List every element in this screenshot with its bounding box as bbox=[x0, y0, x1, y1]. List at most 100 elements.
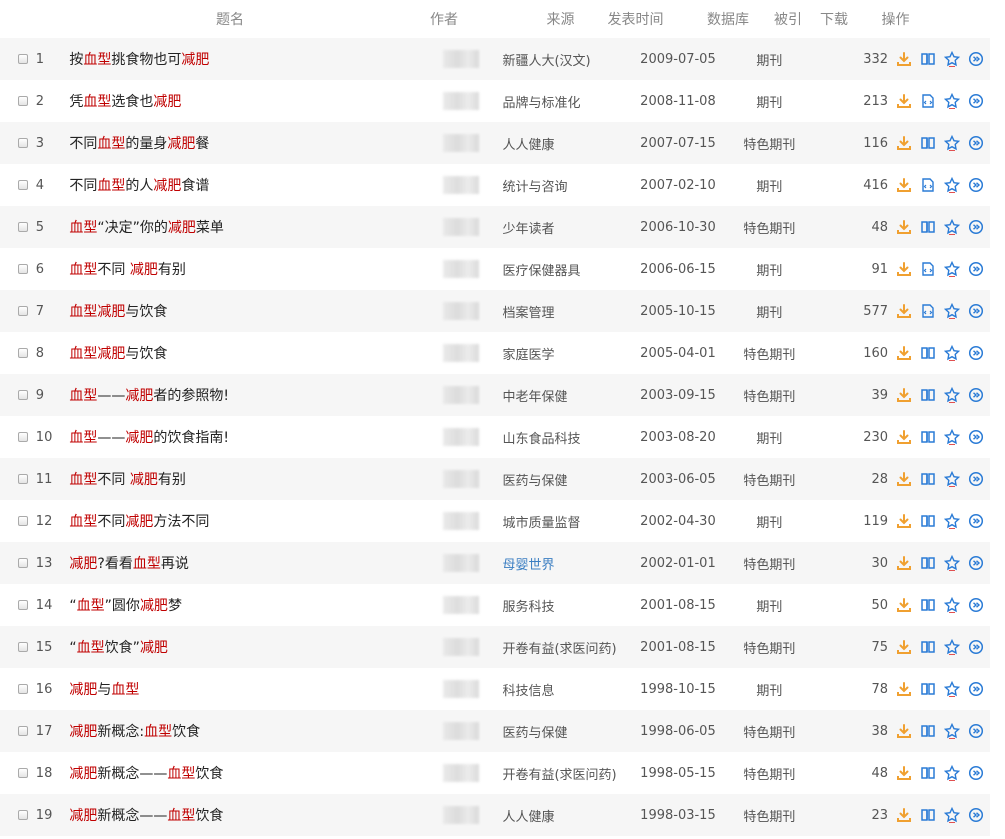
favorite-star-icon[interactable] bbox=[944, 429, 961, 445]
header-date[interactable]: 发表时间 bbox=[583, 9, 688, 29]
row-checkbox[interactable] bbox=[18, 600, 28, 610]
online-read-icon[interactable] bbox=[920, 345, 936, 361]
row-checkbox[interactable] bbox=[18, 264, 28, 274]
source-link[interactable]: 品牌与标准化 bbox=[502, 92, 626, 111]
favorite-star-icon[interactable] bbox=[944, 345, 961, 361]
favorite-star-icon[interactable] bbox=[944, 219, 961, 235]
download-icon[interactable] bbox=[896, 429, 912, 445]
online-read-icon[interactable] bbox=[920, 513, 936, 529]
row-checkbox[interactable] bbox=[18, 390, 28, 400]
share-icon[interactable] bbox=[968, 261, 984, 277]
share-icon[interactable] bbox=[968, 219, 984, 235]
article-title-link[interactable]: 血型——减肥的饮食指南! bbox=[69, 427, 455, 447]
row-checkbox[interactable] bbox=[18, 558, 28, 568]
share-icon[interactable] bbox=[968, 135, 984, 151]
online-read-icon[interactable] bbox=[920, 807, 936, 823]
download-icon[interactable] bbox=[896, 765, 912, 781]
download-icon[interactable] bbox=[896, 261, 912, 277]
favorite-star-icon[interactable] bbox=[944, 639, 961, 655]
article-title-link[interactable]: 不同血型的人减肥食谱 bbox=[69, 175, 455, 195]
source-link[interactable]: 少年读者 bbox=[502, 218, 626, 237]
share-icon[interactable] bbox=[968, 681, 984, 697]
favorite-star-icon[interactable] bbox=[944, 597, 961, 613]
article-title-link[interactable]: “血型”圆你减肥梦 bbox=[69, 595, 455, 615]
favorite-star-icon[interactable] bbox=[944, 513, 961, 529]
row-checkbox[interactable] bbox=[18, 768, 28, 778]
download-icon[interactable] bbox=[896, 807, 912, 823]
download-icon[interactable] bbox=[896, 135, 912, 151]
download-icon[interactable] bbox=[896, 513, 912, 529]
row-checkbox[interactable] bbox=[18, 684, 28, 694]
article-title-link[interactable]: 减肥新概念——血型饮食 bbox=[69, 805, 455, 825]
favorite-star-icon[interactable] bbox=[944, 555, 961, 571]
download-icon[interactable] bbox=[896, 723, 912, 739]
article-title-link[interactable]: 凭血型选食也减肥 bbox=[69, 91, 455, 111]
article-title-link[interactable]: 血型不同减肥方法不同 bbox=[69, 511, 455, 531]
online-read-icon[interactable] bbox=[920, 429, 936, 445]
source-link[interactable]: 人人健康 bbox=[502, 806, 626, 825]
source-link[interactable]: 新疆人大(汉文) bbox=[502, 50, 626, 69]
source-link[interactable]: 家庭医学 bbox=[502, 344, 626, 363]
source-link[interactable]: 医药与保健 bbox=[502, 722, 626, 741]
favorite-star-icon[interactable] bbox=[944, 135, 961, 151]
header-downloads[interactable]: 下载 bbox=[808, 9, 848, 29]
download-icon[interactable] bbox=[896, 597, 912, 613]
share-icon[interactable] bbox=[968, 555, 984, 571]
source-link[interactable]: 统计与咨询 bbox=[502, 176, 626, 195]
online-read-icon[interactable] bbox=[920, 555, 936, 571]
share-icon[interactable] bbox=[968, 597, 984, 613]
header-title[interactable]: 题名 bbox=[0, 9, 390, 29]
html-read-icon[interactable] bbox=[920, 93, 936, 109]
article-title-link[interactable]: 不同血型的量身减肥餐 bbox=[69, 133, 455, 153]
source-link[interactable]: 山东食品科技 bbox=[502, 428, 626, 447]
download-icon[interactable] bbox=[896, 681, 912, 697]
source-link[interactable]: 医药与保健 bbox=[502, 470, 626, 489]
favorite-star-icon[interactable] bbox=[944, 471, 961, 487]
source-link[interactable]: 医疗保健器具 bbox=[502, 260, 626, 279]
article-title-link[interactable]: 减肥新概念:血型饮食 bbox=[69, 721, 455, 741]
favorite-star-icon[interactable] bbox=[944, 723, 961, 739]
row-checkbox[interactable] bbox=[18, 306, 28, 316]
download-icon[interactable] bbox=[896, 93, 912, 109]
favorite-star-icon[interactable] bbox=[944, 807, 961, 823]
row-checkbox[interactable] bbox=[18, 138, 28, 148]
download-icon[interactable] bbox=[896, 639, 912, 655]
share-icon[interactable] bbox=[968, 387, 984, 403]
source-link[interactable]: 开卷有益(求医问药) bbox=[502, 638, 626, 657]
source-link[interactable]: 服务科技 bbox=[502, 596, 626, 615]
favorite-star-icon[interactable] bbox=[944, 681, 961, 697]
download-icon[interactable] bbox=[896, 177, 912, 193]
online-read-icon[interactable] bbox=[920, 765, 936, 781]
article-title-link[interactable]: “血型饮食”减肥 bbox=[69, 637, 455, 657]
share-icon[interactable] bbox=[968, 177, 984, 193]
article-title-link[interactable]: 减肥?看看血型再说 bbox=[69, 553, 455, 573]
share-icon[interactable] bbox=[968, 93, 984, 109]
row-checkbox[interactable] bbox=[18, 180, 28, 190]
favorite-star-icon[interactable] bbox=[944, 177, 961, 193]
download-icon[interactable] bbox=[896, 303, 912, 319]
header-cited[interactable]: 被引 bbox=[768, 9, 808, 29]
article-title-link[interactable]: 血型——减肥者的参照物! bbox=[69, 385, 455, 405]
share-icon[interactable] bbox=[968, 639, 984, 655]
article-title-link[interactable]: 血型减肥与饮食 bbox=[69, 301, 455, 321]
download-icon[interactable] bbox=[896, 345, 912, 361]
online-read-icon[interactable] bbox=[920, 471, 936, 487]
download-icon[interactable] bbox=[896, 471, 912, 487]
row-checkbox[interactable] bbox=[18, 810, 28, 820]
share-icon[interactable] bbox=[968, 513, 984, 529]
share-icon[interactable] bbox=[968, 471, 984, 487]
favorite-star-icon[interactable] bbox=[944, 93, 961, 109]
article-title-link[interactable]: 血型不同 减肥有别 bbox=[69, 259, 455, 279]
online-read-icon[interactable] bbox=[920, 597, 936, 613]
share-icon[interactable] bbox=[968, 765, 984, 781]
row-checkbox[interactable] bbox=[18, 54, 28, 64]
header-author[interactable]: 作者 bbox=[420, 9, 468, 29]
row-checkbox[interactable] bbox=[18, 348, 28, 358]
share-icon[interactable] bbox=[968, 51, 984, 67]
source-link[interactable]: 中老年保健 bbox=[502, 386, 626, 405]
favorite-star-icon[interactable] bbox=[944, 51, 961, 67]
article-title-link[interactable]: 血型不同 减肥有别 bbox=[69, 469, 455, 489]
row-checkbox[interactable] bbox=[18, 642, 28, 652]
online-read-icon[interactable] bbox=[920, 219, 936, 235]
favorite-star-icon[interactable] bbox=[944, 387, 961, 403]
